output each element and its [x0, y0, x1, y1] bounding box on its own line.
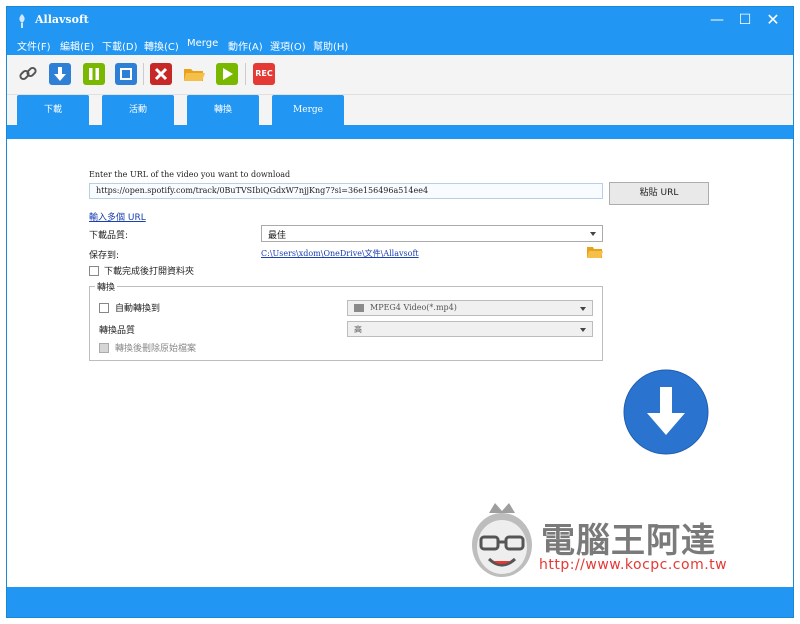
tab-download[interactable]: 下載: [17, 95, 89, 125]
url-label: Enter the URL of the video you want to d…: [89, 170, 291, 179]
menu-convert[interactable]: 轉換(C): [144, 38, 179, 53]
pause-icon: [89, 68, 99, 80]
watermark: 電腦王阿達 http://www.kocpc.com.tw: [469, 499, 769, 589]
format-select[interactable]: MPEG4 Video(*.mp4): [347, 300, 593, 316]
status-bar: [7, 587, 793, 617]
app-logo-icon: [19, 14, 25, 28]
url-input[interactable]: https://open.spotify.com/track/0BuTVSIbi…: [89, 183, 603, 199]
chevron-down-icon: [580, 307, 586, 311]
multi-url-link[interactable]: 輸入多個 URL: [89, 210, 146, 223]
auto-convert-checkbox[interactable]: [99, 303, 109, 313]
stop-button[interactable]: [115, 63, 137, 85]
tab-activity[interactable]: 活動: [102, 95, 174, 125]
chevron-down-icon: [590, 232, 596, 236]
menu-help[interactable]: 幫助(H): [313, 38, 348, 53]
download-quality-select[interactable]: 最佳: [261, 225, 603, 242]
title-bar: Allavsoft — ☐ ✕: [7, 7, 793, 35]
rec-icon: REC: [255, 69, 273, 78]
download-quality-value: 最佳: [268, 231, 287, 241]
watermark-mascot-icon: [472, 503, 532, 577]
start-download-button[interactable]: [623, 369, 709, 455]
menu-options[interactable]: 選項(O): [270, 38, 306, 53]
convert-quality-select[interactable]: 高: [347, 321, 593, 337]
play-icon: [223, 68, 233, 80]
maximize-button[interactable]: ☐: [733, 9, 757, 31]
format-value: MPEG4 Video(*.mp4): [370, 303, 457, 312]
delete-original-label: 轉換後刪除原始檔案: [115, 344, 197, 354]
link-button[interactable]: [17, 63, 39, 85]
download-panel: Enter the URL of the video you want to d…: [7, 139, 793, 589]
toolbar-separator: [245, 63, 246, 85]
watermark-title: 電腦王阿達: [541, 521, 716, 561]
tab-bar: 下載 活動 轉換 Merge: [7, 95, 793, 125]
app-window: Allavsoft — ☐ ✕ 文件(F) 編輯(E) 下載(D) 轉換(C) …: [6, 6, 794, 618]
pause-button[interactable]: [83, 63, 105, 85]
open-folder-checkbox[interactable]: [89, 266, 99, 276]
download-icon: [54, 67, 66, 81]
delete-icon: [154, 67, 168, 81]
toolbar: REC: [7, 55, 793, 95]
app-title: Allavsoft: [35, 13, 89, 26]
link-icon: [19, 66, 37, 81]
menu-action[interactable]: 動作(A): [228, 38, 263, 53]
convert-group-label: 轉換: [95, 280, 118, 293]
download-button[interactable]: [49, 63, 71, 85]
save-to-path-link[interactable]: C:\Users\xdom\OneDrive\文件\Allavsoft: [261, 248, 419, 259]
video-format-icon: [354, 304, 364, 312]
tab-merge[interactable]: Merge: [272, 95, 344, 125]
paste-url-button[interactable]: 粘貼 URL: [609, 182, 709, 205]
watermark-url: http://www.kocpc.com.tw: [539, 557, 728, 573]
close-button[interactable]: ✕: [761, 9, 785, 31]
download-quality-label: 下載品質:: [89, 231, 129, 241]
toolbar-separator: [143, 63, 144, 85]
open-folder-label: 下載完成後打開資料夾: [104, 267, 195, 277]
browse-folder-icon[interactable]: [587, 246, 603, 258]
play-button[interactable]: [216, 63, 238, 85]
auto-convert-label: 自動轉換到: [115, 304, 161, 314]
save-to-label: 保存到:: [89, 251, 120, 261]
minimize-button[interactable]: —: [705, 9, 729, 31]
rec-button[interactable]: REC: [253, 63, 275, 85]
delete-button[interactable]: [150, 63, 172, 85]
menu-merge[interactable]: Merge: [187, 38, 218, 49]
convert-quality-label: 轉換品質: [99, 326, 136, 336]
menu-edit[interactable]: 編輯(E): [60, 38, 94, 53]
menu-download[interactable]: 下載(D): [102, 38, 138, 53]
menu-bar: 文件(F) 編輯(E) 下載(D) 轉換(C) Merge 動作(A) 選項(O…: [7, 35, 793, 55]
delete-original-checkbox[interactable]: [99, 343, 109, 353]
open-folder-button[interactable]: [183, 63, 205, 85]
menu-file[interactable]: 文件(F): [17, 38, 51, 53]
convert-quality-value: 高: [354, 325, 362, 334]
folder-icon: [184, 69, 205, 81]
chevron-down-icon: [580, 328, 586, 332]
stop-icon: [120, 68, 132, 80]
tab-convert[interactable]: 轉換: [187, 95, 259, 125]
tab-strip: [7, 125, 793, 139]
